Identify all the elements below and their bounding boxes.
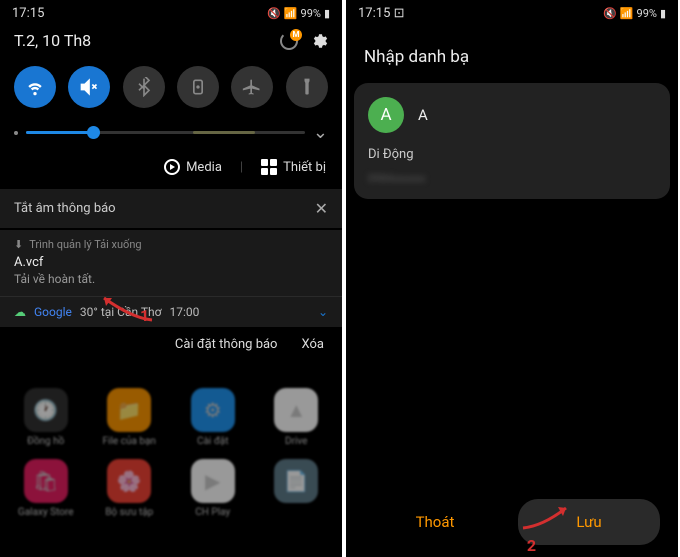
brightness-slider-row: ⌄ (0, 118, 342, 153)
brightness-slider[interactable] (26, 131, 305, 134)
home-apps-background: 🕐Đồng hồ 📁File của bạn ⚙Cài đặt ▲Drive 🛍… (0, 382, 342, 557)
status-indicators: 🔇📶99%▮ (603, 7, 666, 20)
chevron-down-icon[interactable]: ⌄ (318, 305, 328, 319)
bluetooth-toggle[interactable] (123, 66, 165, 108)
annotation-label-2: 2 (527, 536, 536, 555)
weather-notification[interactable]: ☁ Google 30° tại Cần Thơ 17:00 ⌄ (0, 296, 342, 327)
airplane-toggle[interactable] (231, 66, 273, 108)
status-time: 17:15 ⊡ (358, 6, 405, 21)
sound-toggle[interactable] (68, 66, 110, 108)
notification-card[interactable]: ⬇ Trình quản lý Tải xuống A.vcf Tải về h… (0, 230, 342, 327)
close-icon[interactable]: ✕ (315, 199, 328, 218)
status-bar: 17:15 🔇📶99%▮ (0, 0, 342, 27)
status-bar: 17:15 ⊡ 🔇📶99%▮ (346, 0, 678, 27)
play-icon (164, 159, 180, 175)
phone-import-contact: 17:15 ⊡ 🔇📶99%▮ Nhập danh bạ A A Di Động … (346, 0, 678, 557)
grid-icon (261, 159, 277, 175)
media-button[interactable]: Media (164, 159, 222, 175)
notification-section-header: Tắt âm thông báo ✕ (0, 189, 342, 228)
reload-icon[interactable]: M (280, 32, 298, 50)
status-indicators: 🔇📶99%▮ (267, 7, 330, 20)
exit-button[interactable]: Thoát (364, 499, 506, 545)
annotation-label-1: 1 (140, 306, 149, 325)
cloud-icon: ☁ (14, 305, 26, 319)
notification-subtitle: Tải về hoàn tất. (0, 270, 342, 296)
quick-settings-row (0, 60, 342, 118)
download-icon: ⬇ (14, 238, 23, 251)
notification-settings-button[interactable]: Cài đặt thông báo (175, 337, 278, 352)
contact-card: A A Di Động 0984xxxxxx (354, 83, 670, 199)
brightness-expand-icon[interactable]: ⌄ (313, 122, 328, 143)
media-devices-row: Media | Thiết bị (0, 153, 342, 189)
notification-title: A.vcf (0, 255, 342, 270)
phone-notification-panel: 17:15 🔇📶99%▮ T.2, 10 Th8 M ⌄ Media (0, 0, 342, 557)
date-text: T.2, 10 Th8 (14, 31, 91, 50)
phone-field-value: 0984xxxxxx (368, 172, 656, 185)
avatar: A (368, 97, 404, 133)
contact-name: A (418, 106, 428, 124)
notification-app-row: ⬇ Trình quản lý Tải xuống (0, 230, 342, 255)
devices-button[interactable]: Thiết bị (261, 159, 326, 175)
clear-button[interactable]: Xóa (301, 337, 324, 352)
date-row: T.2, 10 Th8 M (0, 27, 342, 60)
save-button[interactable]: Lưu (518, 499, 660, 545)
rotation-toggle[interactable] (177, 66, 219, 108)
page-title: Nhập danh bạ (346, 27, 678, 83)
brightness-low-icon (14, 131, 18, 135)
settings-icon[interactable] (310, 32, 328, 50)
flashlight-toggle[interactable] (286, 66, 328, 108)
wifi-toggle[interactable] (14, 66, 56, 108)
phone-field-label: Di Động (368, 147, 656, 172)
notification-actions: Cài đặt thông báo Xóa (0, 327, 342, 362)
status-time: 17:15 (12, 6, 44, 21)
bottom-actions: Thoát Lưu (346, 499, 678, 545)
